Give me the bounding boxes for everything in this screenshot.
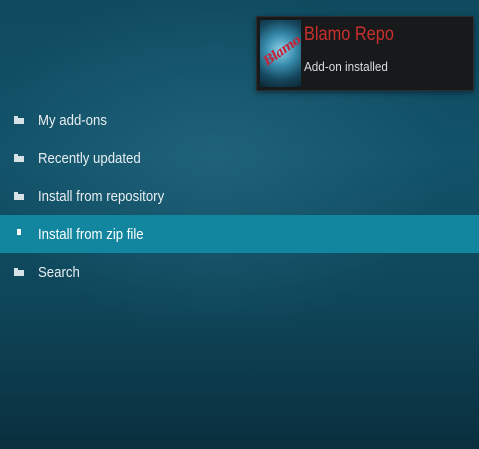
menu-item-label: Search (38, 263, 80, 281)
addon-thumbnail-logo-text: Blamo (260, 33, 301, 70)
folder-icon (14, 154, 24, 162)
menu-item-search[interactable]: Search (0, 253, 479, 291)
folder-icon (14, 192, 24, 200)
addon-installed-notification: Blamo Blamo Repo Add-on installed (256, 16, 474, 91)
addon-thumbnail: Blamo (260, 20, 301, 87)
folder-icon (14, 116, 24, 124)
menu-item-label: Install from zip file (38, 225, 144, 243)
notification-message: Add-on installed (304, 59, 388, 74)
file-icon (17, 229, 21, 235)
menu-item-install-from-zip-file[interactable]: Install from zip file (0, 215, 479, 253)
menu-item-install-from-repository[interactable]: Install from repository (0, 177, 479, 215)
menu-item-recently-updated[interactable]: Recently updated (0, 139, 479, 177)
notification-title: Blamo Repo (304, 24, 394, 45)
menu-item-label: Recently updated (38, 149, 141, 167)
addon-browser-menu: My add-ons Recently updated Install from… (0, 101, 479, 291)
menu-item-my-addons[interactable]: My add-ons (0, 101, 479, 139)
folder-icon (14, 268, 24, 276)
menu-item-label: Install from repository (38, 187, 165, 205)
menu-item-label: My add-ons (38, 111, 107, 129)
